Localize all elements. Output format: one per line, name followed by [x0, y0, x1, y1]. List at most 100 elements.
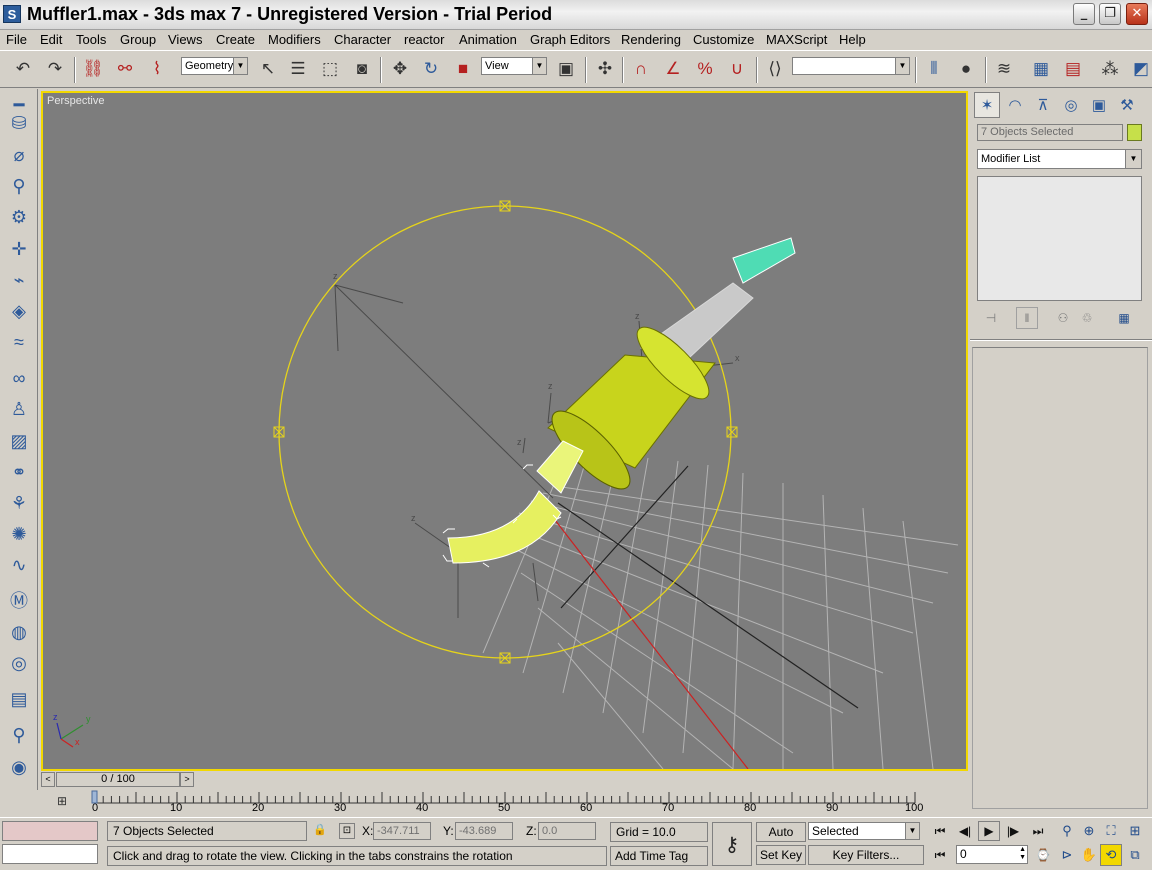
prev-frame-arrow[interactable]: < — [41, 772, 55, 787]
menu-maxscript[interactable]: MAXScript — [766, 32, 827, 47]
patch-icon[interactable]: ▨ — [5, 427, 33, 455]
select-and-move-icon[interactable]: ✥ — [387, 56, 413, 82]
select-by-name-icon[interactable]: ☰ — [285, 56, 311, 82]
zoom-all-icon[interactable]: ⊕ — [1078, 820, 1100, 842]
named-selection-sets-dropdown[interactable]: ▼ — [792, 57, 910, 75]
snaps-toggle-icon[interactable]: ∩ — [628, 56, 654, 82]
next-frame-arrow[interactable]: > — [180, 772, 194, 787]
globe-icon[interactable]: ◍ — [5, 618, 33, 646]
curve-editor-icon[interactable]: ▦ — [1028, 56, 1054, 82]
wheel-icon[interactable]: ✺ — [5, 520, 33, 548]
pin-stack-icon[interactable]: ⊣ — [980, 307, 1002, 329]
key-icon[interactable]: ⚷ — [712, 822, 752, 866]
bind-to-space-warp-icon[interactable]: ⌇ — [144, 56, 170, 82]
close-button[interactable]: ✕ — [1126, 3, 1148, 25]
object-color-swatch[interactable] — [1127, 124, 1142, 141]
gear-icon[interactable]: ⚙ — [5, 203, 33, 231]
key-mode-toggle-icon[interactable]: ⏮ — [929, 845, 951, 865]
lock-icon[interactable]: 🔒 — [313, 823, 327, 837]
text-editor-icon[interactable]: ▤ — [5, 685, 33, 713]
menu-tools[interactable]: Tools — [76, 32, 106, 47]
restore-button[interactable]: ❐ — [1099, 3, 1121, 25]
edit-named-selection-icon[interactable]: ⟨⟩ — [762, 56, 788, 82]
menu-views[interactable]: Views — [168, 32, 202, 47]
menu-help[interactable]: Help — [839, 32, 866, 47]
y-coordinate-field[interactable]: -43.689 — [455, 822, 513, 840]
align-icon[interactable]: ● — [953, 56, 979, 82]
redo-icon[interactable]: ↷ — [42, 56, 68, 82]
maxscript-icon[interactable]: Ⓜ — [5, 586, 33, 614]
space-warp-icon[interactable]: ≈ — [5, 328, 33, 356]
track-bar[interactable]: ⊞ 0 10 20 30 40 50 60 70 80 90 100 — [0, 790, 970, 817]
hierarchy-tab-icon[interactable]: ⊼ — [1030, 92, 1056, 118]
percent-snap-icon[interactable]: % — [692, 56, 718, 82]
absolute-mode-icon[interactable]: ⊡ — [339, 823, 355, 839]
select-and-rotate-icon[interactable]: ↻ — [418, 56, 444, 82]
select-and-link-icon[interactable]: ⛓ — [80, 56, 106, 82]
zoom-extents-icon[interactable]: ⛶ — [1100, 820, 1122, 842]
menu-file[interactable]: File — [6, 32, 27, 47]
menu-customize[interactable]: Customize — [693, 32, 754, 47]
biped-icon[interactable]: ♙ — [5, 395, 33, 423]
select-object-icon[interactable]: ↖ — [255, 56, 281, 82]
material-editor-icon[interactable]: ⁂ — [1097, 56, 1123, 82]
loop-icon[interactable]: ∞ — [5, 364, 33, 392]
arc-rotate-icon[interactable]: ⟲ — [1100, 844, 1122, 866]
minimize-button[interactable]: _ — [1073, 3, 1095, 25]
mirror-icon[interactable]: ⫴ — [921, 56, 947, 82]
spinner-snap-icon[interactable]: ∪ — [724, 56, 750, 82]
object-name-field[interactable]: 7 Objects Selected — [977, 124, 1123, 141]
light-icon[interactable]: ⚲ — [5, 172, 33, 200]
menu-create[interactable]: Create — [216, 32, 255, 47]
maximize-viewport-icon[interactable]: ⧉ — [1124, 844, 1146, 866]
compound-object-icon[interactable]: ◈ — [5, 297, 33, 325]
select-and-scale-icon[interactable]: ■ — [450, 56, 476, 82]
perspective-viewport[interactable]: Perspective z z x z z z z y x — [41, 91, 968, 771]
menu-edit[interactable]: Edit — [40, 32, 62, 47]
unlink-selection-icon[interactable]: ⚯ — [112, 56, 138, 82]
current-frame-field[interactable]: 0 ▲ ▼ — [956, 845, 1028, 864]
previous-frame-icon[interactable]: ◀| — [954, 821, 976, 841]
display-tab-icon[interactable]: ▣ — [1086, 92, 1112, 118]
key-filters-button[interactable]: Key Filters... — [808, 845, 924, 865]
render-camera-icon[interactable]: ◉ — [5, 753, 33, 781]
bone-icon[interactable]: ⚭ — [5, 458, 33, 486]
z-coordinate-field[interactable]: 0.0 — [538, 822, 596, 840]
cylinder-icon[interactable]: ⛁ — [5, 109, 33, 137]
time-slider[interactable]: < 0 / 100 > — [41, 771, 968, 789]
auto-key-button[interactable]: Auto Key — [756, 822, 806, 857]
undo-icon[interactable]: ↶ — [10, 56, 36, 82]
field-of-view-icon[interactable]: ⊳ — [1056, 844, 1078, 866]
pan-view-icon[interactable]: ✋ — [1078, 844, 1100, 866]
x-coordinate-field[interactable]: -347.711 — [373, 822, 431, 840]
select-and-manipulate-icon[interactable]: ✣ — [592, 56, 618, 82]
modify-tab-icon[interactable]: ◠ — [1002, 92, 1028, 118]
modifier-list-dropdown[interactable]: Modifier List ▼ — [977, 149, 1142, 169]
configure-modifier-sets-icon[interactable]: ▦ — [1113, 307, 1135, 329]
ik-icon[interactable]: ⚘ — [5, 489, 33, 517]
pivot-center-icon[interactable]: ▣ — [553, 56, 579, 82]
play-icon[interactable]: ▶ — [978, 821, 1000, 841]
menu-rendering[interactable]: Rendering — [621, 32, 681, 47]
utilities-tab-icon[interactable]: ⚒ — [1114, 92, 1140, 118]
go-to-start-icon[interactable]: ⏮ — [929, 821, 951, 841]
remove-modifier-icon[interactable]: ♲ — [1076, 307, 1098, 329]
angle-snap-icon[interactable]: ∠ — [660, 56, 686, 82]
motion-tab-icon[interactable]: ◎ — [1058, 92, 1084, 118]
key-mode-dropdown[interactable]: Selected ▼ — [808, 822, 920, 840]
maxscript-listener-mini[interactable] — [2, 821, 98, 841]
rope-icon[interactable]: ∿ — [5, 551, 33, 579]
window-crossing-icon[interactable]: ◙ — [349, 56, 375, 82]
selection-filter-dropdown[interactable]: Geometry ▼ — [181, 57, 248, 75]
render-scene-icon[interactable]: ◩ — [1128, 56, 1152, 82]
app-icon[interactable]: S — [3, 5, 21, 23]
add-time-tag-button[interactable]: Add Time Tag — [610, 846, 708, 866]
set-key-button[interactable]: Set Key — [756, 845, 806, 865]
maxscript-input-mini[interactable] — [2, 844, 98, 864]
time-configuration-icon[interactable]: ⌚ — [1032, 845, 1054, 865]
zoom-icon[interactable]: ⚲ — [1056, 820, 1078, 842]
reference-coordinate-dropdown[interactable]: View ▼ — [481, 57, 547, 75]
layer-manager-icon[interactable]: ≋ — [991, 56, 1017, 82]
menu-graph-editors[interactable]: Graph Editors — [530, 32, 610, 47]
menu-character[interactable]: Character — [334, 32, 391, 47]
